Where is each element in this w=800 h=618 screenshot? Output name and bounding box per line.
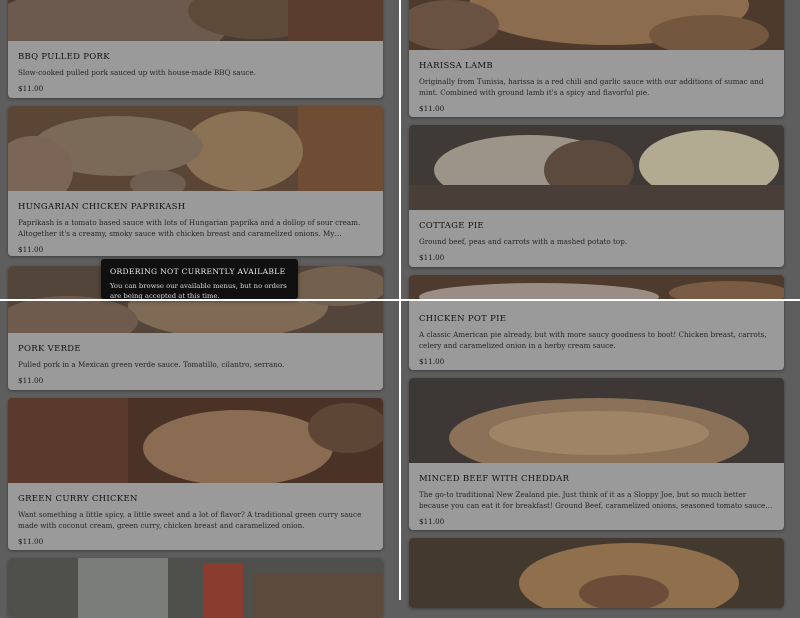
menu-item-description: Ground beef, peas and carrots with a mas… bbox=[419, 237, 628, 246]
menu-item-title: HUNGARIAN CHICKEN PAPRIKASH bbox=[18, 202, 186, 212]
menu-card-green-curry-chicken[interactable]: GREEN CURRY CHICKEN Want something a lit… bbox=[8, 398, 383, 550]
menu-item-price: $11.00 bbox=[419, 104, 445, 113]
menu-item-description: Paprikash is a tomato based sauce with l… bbox=[18, 218, 361, 238]
menu-item-title: GREEN CURRY CHICKEN bbox=[18, 494, 138, 504]
food-image bbox=[8, 106, 383, 191]
menu-item-price: $11.00 bbox=[18, 245, 44, 254]
menu-item-price: $11.00 bbox=[419, 517, 445, 526]
menu-card-harissa-lamb[interactable]: HARISSA LAMB Originally from Tunisia, ha… bbox=[409, 0, 784, 117]
menu-item-description: A classic American pie already, but with… bbox=[419, 330, 767, 350]
menu-card-partial[interactable] bbox=[409, 538, 784, 608]
menu-item-description: Pulled pork in a Mexican green verde sau… bbox=[18, 360, 285, 369]
menu-item-price: $11.00 bbox=[419, 357, 445, 366]
menu-card-bbq-pulled-pork[interactable]: BBQ PULLED PORK Slow-cooked pulled pork … bbox=[8, 0, 383, 98]
menu-card-hungarian-chicken-paprikash[interactable]: HUNGARIAN CHICKEN PAPRIKASH Paprikash is… bbox=[8, 106, 383, 256]
menu-item-title: CHICKEN POT PIE bbox=[419, 314, 507, 324]
menu-item-description: Slow-cooked pulled pork sauced up with h… bbox=[18, 68, 256, 77]
menu-item-price: $11.00 bbox=[18, 537, 44, 546]
menu-item-price: $11.00 bbox=[18, 84, 44, 93]
menu-item-title: COTTAGE PIE bbox=[419, 221, 484, 231]
food-image bbox=[8, 398, 383, 483]
menu-card-chicken-pot-pie[interactable]: CHICKEN POT PIE A classic American pie a… bbox=[409, 275, 784, 370]
food-image bbox=[8, 0, 383, 41]
food-image bbox=[409, 0, 784, 50]
menu-item-title: MINCED BEEF WITH CHEDDAR bbox=[419, 474, 570, 484]
menu-item-title: HARISSA LAMB bbox=[419, 61, 493, 71]
menu-item-description: Want something a little spicy, a little … bbox=[18, 510, 362, 530]
food-image bbox=[409, 538, 784, 608]
food-image bbox=[8, 558, 383, 618]
menu-item-price: $11.00 bbox=[419, 253, 445, 262]
menu-card-minced-beef-with-cheddar[interactable]: MINCED BEEF WITH CHEDDAR The go-to tradi… bbox=[409, 378, 784, 530]
menu-item-description: Originally from Tunisia, harissa is a re… bbox=[419, 77, 764, 97]
menu-item-title: BBQ PULLED PORK bbox=[18, 52, 110, 62]
menu-card-cottage-pie[interactable]: COTTAGE PIE Ground beef, peas and carrot… bbox=[409, 125, 784, 267]
menu-item-title: PORK VERDE bbox=[18, 344, 81, 354]
tooltip-body: You can browse our available menus, but … bbox=[110, 282, 287, 299]
menu-item-description: The go-to traditional New Zealand pie. J… bbox=[419, 490, 766, 510]
ordering-unavailable-tooltip: ORDERING NOT CURRENTLY AVAILABLE You can… bbox=[101, 259, 298, 299]
food-image bbox=[409, 125, 784, 210]
vertical-divider bbox=[399, 0, 401, 600]
tooltip-title: ORDERING NOT CURRENTLY AVAILABLE bbox=[110, 267, 286, 276]
food-image bbox=[409, 378, 784, 463]
menu-card-partial[interactable] bbox=[8, 558, 383, 618]
food-image bbox=[409, 275, 784, 301]
menu-item-price: $11.00 bbox=[18, 376, 44, 385]
